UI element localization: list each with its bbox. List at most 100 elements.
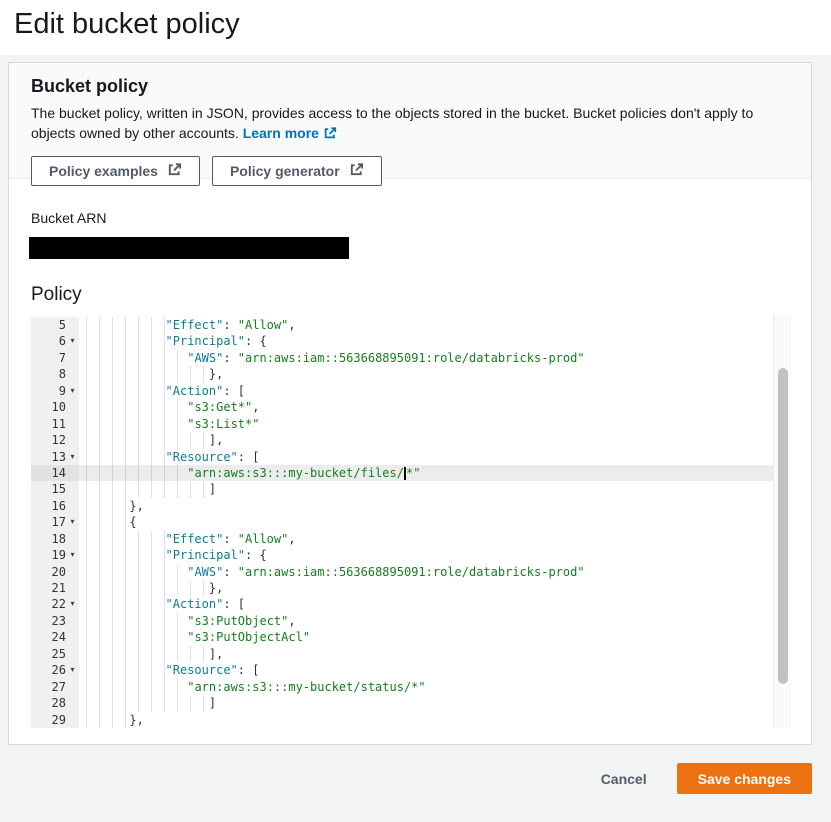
editor-line-12[interactable]: 12],: [31, 432, 773, 448]
page-title: Edit bucket policy: [14, 8, 240, 41]
bucket-arn-value-redacted: [29, 237, 349, 259]
token-key: "AWS": [187, 564, 223, 580]
editor-line-26[interactable]: 26▾"Resource": [: [31, 662, 773, 678]
editor-line-14[interactable]: 14 "arn:aws:s3:::my-bucket/files/*": [31, 465, 773, 481]
fold-chevron-down-icon[interactable]: ▾: [66, 449, 79, 465]
editor-line-13[interactable]: 13▾"Resource": [: [31, 449, 773, 465]
editor-line-16[interactable]: 16},: [31, 498, 773, 514]
editor-line-5[interactable]: 5"Effect": "Allow",: [31, 317, 773, 333]
editor-line-7[interactable]: 7"AWS": "arn:aws:iam::563668895091:role/…: [31, 350, 773, 366]
token-pun: },: [129, 498, 143, 514]
card-title: Bucket policy: [31, 76, 789, 97]
policy-examples-label: Policy examples: [49, 163, 158, 179]
editor-line-10[interactable]: 10 "s3:Get*",: [31, 399, 773, 415]
policy-code-editor[interactable]: ` 5"Effect": "Allow",6▾"Principal": {7"A…: [31, 314, 791, 728]
indent-guides: [86, 646, 209, 662]
editor-line-11[interactable]: 11"s3:List*": [31, 416, 773, 432]
token-pun: ]: [209, 695, 216, 711]
token-str: "arn:aws:iam::563668895091:role/databric…: [238, 350, 585, 366]
indent-guides: [86, 564, 187, 580]
token-pun: ,: [288, 613, 295, 629]
code-line-content: {: [79, 514, 137, 530]
policy-examples-button[interactable]: Policy examples: [31, 156, 200, 186]
line-number: 27: [52, 679, 66, 695]
external-link-icon: [167, 162, 182, 180]
editor-line-25[interactable]: 25],: [31, 646, 773, 662]
fold-chevron-down-icon[interactable]: ▾: [66, 333, 79, 349]
token-pun: ,: [252, 399, 259, 415]
policy-generator-button[interactable]: Policy generator: [212, 156, 382, 186]
line-number: 10: [52, 399, 66, 415]
token-str: "s3:Get*": [187, 399, 252, 415]
code-line-content: "Principal": {: [79, 333, 267, 349]
card-header: Bucket policy The bucket policy, written…: [9, 63, 811, 179]
line-number: 23: [52, 613, 66, 629]
fold-chevron-down-icon[interactable]: ▾: [66, 383, 79, 399]
token-key: "AWS": [187, 350, 223, 366]
token-key: "Action": [166, 383, 224, 399]
token-pun: ,: [288, 317, 295, 333]
editor-line-9[interactable]: 9▾"Action": [: [31, 383, 773, 399]
editor-line-19[interactable]: 19▾"Principal": {: [31, 547, 773, 563]
line-number-gutter: 28: [31, 695, 79, 711]
line-number: 14: [52, 465, 66, 481]
line-number-gutter: 11: [31, 416, 79, 432]
indent-guides: [86, 399, 187, 415]
bucket-arn-label: Bucket ARN: [31, 210, 106, 226]
line-number-gutter: 10: [31, 399, 79, 415]
line-number: 8: [59, 366, 66, 382]
editor-scrollbar[interactable]: [773, 314, 791, 728]
indent-guides: [86, 679, 187, 695]
token-str: "Allow": [238, 531, 289, 547]
indent-guides: [86, 695, 209, 711]
code-line-content: "arn:aws:s3:::my-bucket/files/*": [79, 465, 420, 481]
line-number: 13: [52, 449, 66, 465]
code-line-content: ]: [79, 481, 216, 497]
token-pun: : [: [223, 383, 245, 399]
editor-line-18[interactable]: 18 "Effect": "Allow",: [31, 531, 773, 547]
indent-guides: [86, 712, 129, 728]
editor-line-28[interactable]: 28]: [31, 695, 773, 711]
line-number: 20: [52, 564, 66, 580]
token-pun: : [: [238, 662, 260, 678]
fold-chevron-down-icon[interactable]: ▾: [66, 662, 79, 678]
editor-scrollbar-thumb[interactable]: [778, 368, 788, 684]
save-changes-button[interactable]: Save changes: [677, 763, 812, 794]
line-number: 11: [52, 416, 66, 432]
line-number: 24: [52, 629, 66, 645]
editor-line-8[interactable]: 8},: [31, 366, 773, 382]
token-pun: },: [129, 712, 143, 728]
editor-line-20[interactable]: 20"AWS": "arn:aws:iam::563668895091:role…: [31, 564, 773, 580]
fold-chevron-down-icon[interactable]: ▾: [66, 547, 79, 563]
line-number-gutter: 29: [31, 712, 79, 728]
editor-line-24[interactable]: 24 "s3:PutObjectAcl": [31, 629, 773, 645]
code-line-content: ]: [79, 695, 216, 711]
editor-line-6[interactable]: 6▾"Principal": {: [31, 333, 773, 349]
token-str: *": [406, 465, 420, 481]
token-str: "arn:aws:s3:::my-bucket/files/: [187, 465, 404, 481]
line-number: 26: [52, 662, 66, 678]
editor-line-22[interactable]: 22▾"Action": [: [31, 596, 773, 612]
editor-line-15[interactable]: 15]: [31, 481, 773, 497]
line-number: 18: [52, 531, 66, 547]
token-pun: ,: [288, 531, 295, 547]
code-line-content: },: [79, 366, 223, 382]
code-line-content: "s3:PutObjectAcl": [79, 629, 310, 645]
editor-line-17[interactable]: 17▾{: [31, 514, 773, 530]
code-line-content: "Effect": "Allow",: [79, 531, 296, 547]
token-str: "Allow": [238, 317, 289, 333]
editor-line-23[interactable]: 23"s3:PutObject",: [31, 613, 773, 629]
token-pun: : [: [223, 596, 245, 612]
editor-line-21[interactable]: 21},: [31, 580, 773, 596]
fold-chevron-down-icon[interactable]: ▾: [66, 514, 79, 530]
fold-chevron-down-icon[interactable]: ▾: [66, 596, 79, 612]
editor-line-27[interactable]: 27"arn:aws:s3:::my-bucket/status/*": [31, 679, 773, 695]
cancel-button[interactable]: Cancel: [601, 771, 647, 787]
editor-line-29[interactable]: 29},: [31, 712, 773, 728]
line-number: 21: [52, 580, 66, 596]
learn-more-link[interactable]: Learn more: [243, 125, 337, 141]
line-number: 19: [52, 547, 66, 563]
code-line-content: "Action": [: [79, 383, 245, 399]
line-number: 16: [52, 498, 66, 514]
card-description-text: The bucket policy, written in JSON, prov…: [31, 105, 753, 141]
